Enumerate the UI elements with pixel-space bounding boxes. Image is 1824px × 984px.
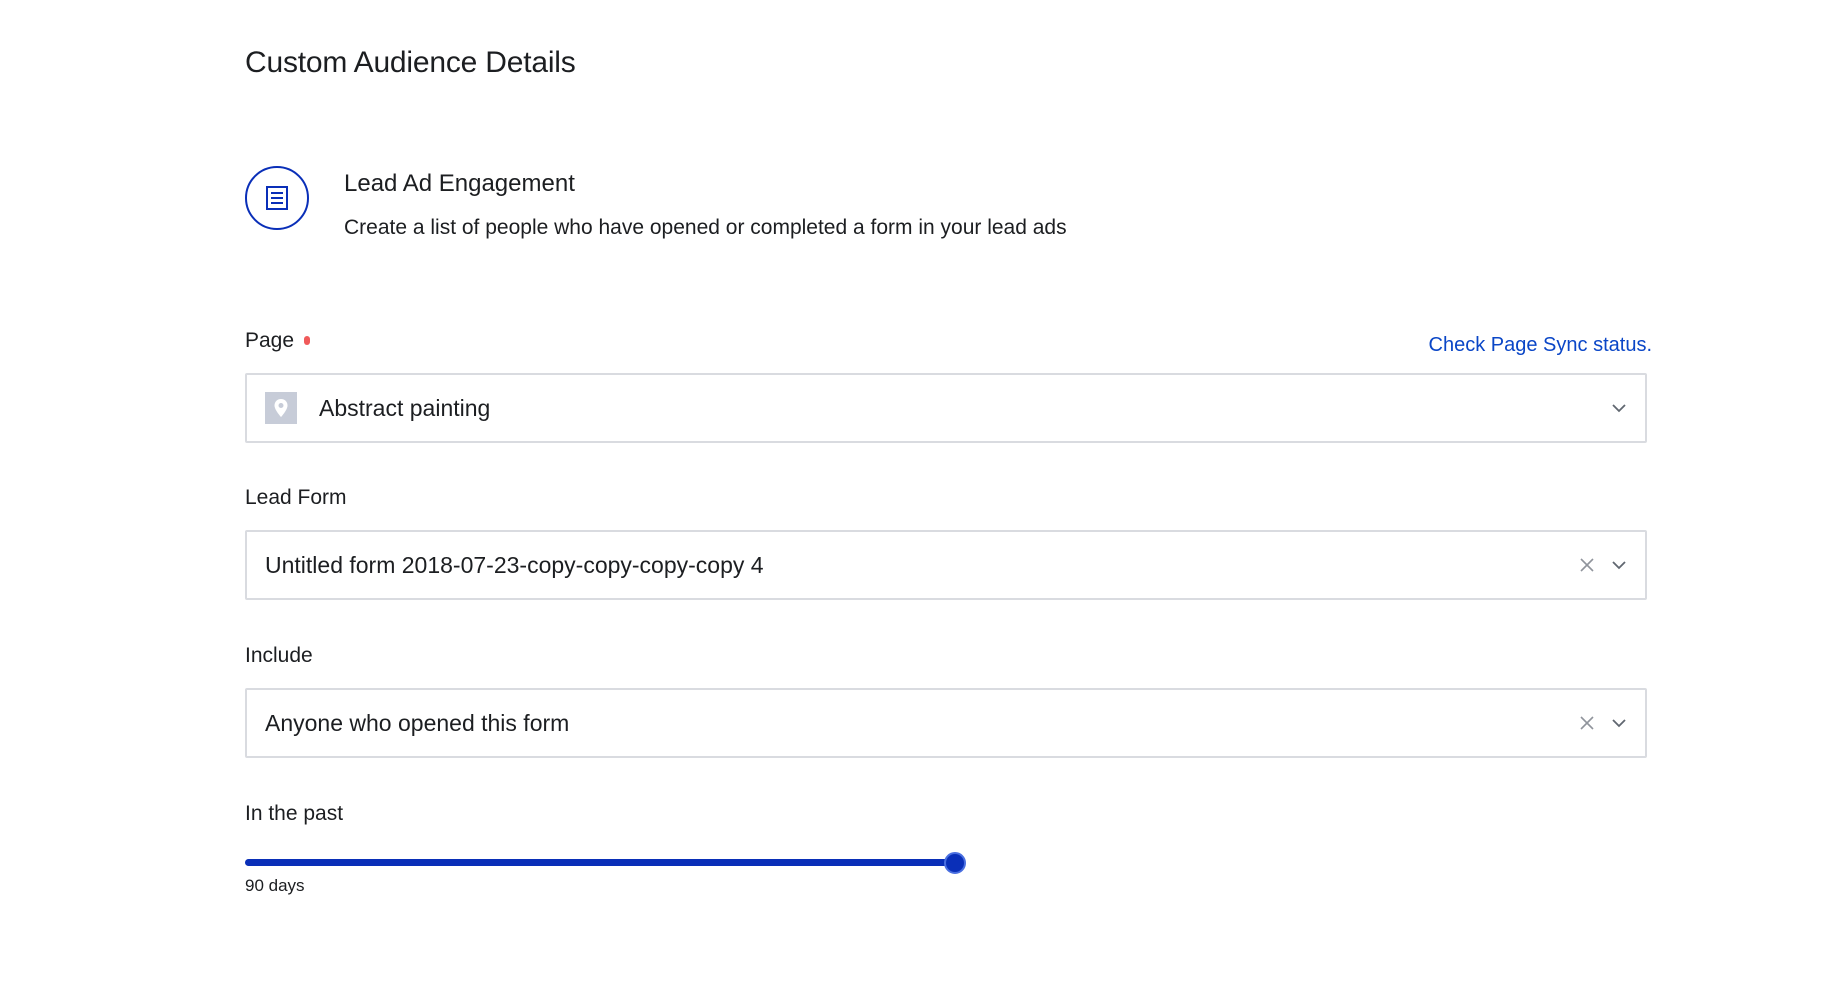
page-title: Custom Audience Details xyxy=(245,46,576,79)
form-list-icon xyxy=(245,166,309,230)
chevron-down-icon[interactable] xyxy=(1609,713,1629,733)
chevron-down-icon[interactable] xyxy=(1609,398,1629,418)
lead-form-select[interactable]: Untitled form 2018-07-23-copy-copy-copy-… xyxy=(245,530,1647,600)
location-pin-icon xyxy=(265,392,297,424)
clear-icon[interactable] xyxy=(1577,713,1597,733)
required-indicator xyxy=(304,335,311,345)
lead-form-select-controls xyxy=(1577,532,1629,598)
retention-label: In the past xyxy=(245,802,344,825)
page-field-label: Page xyxy=(245,329,311,353)
page-label-text: Page xyxy=(245,329,295,352)
page-select[interactable]: Abstract painting xyxy=(245,373,1647,443)
retention-slider[interactable] xyxy=(245,852,966,874)
lead-form-select-value: Untitled form 2018-07-23-copy-copy-copy-… xyxy=(265,551,764,578)
include-select-controls xyxy=(1577,690,1629,756)
page-select-controls xyxy=(1609,375,1629,441)
check-page-sync-link[interactable]: Check Page Sync status. xyxy=(1429,334,1652,357)
audience-type-header: Lead Ad Engagement Create a list of peop… xyxy=(245,166,1645,246)
include-select[interactable]: Anyone who opened this form xyxy=(245,688,1647,758)
retention-value: 90 days xyxy=(245,876,305,895)
slider-fill xyxy=(245,859,955,866)
include-label: Include xyxy=(245,644,313,667)
audience-type-description: Create a list of people who have opened … xyxy=(344,216,1067,239)
slider-handle[interactable] xyxy=(944,852,966,874)
custom-audience-details-page: Custom Audience Details Lead Ad Engageme… xyxy=(0,0,1824,984)
include-select-value: Anyone who opened this form xyxy=(265,709,570,736)
audience-type-title: Lead Ad Engagement xyxy=(344,170,575,197)
chevron-down-icon[interactable] xyxy=(1609,555,1629,575)
clear-icon[interactable] xyxy=(1577,555,1597,575)
lead-form-label: Lead Form xyxy=(245,486,347,509)
page-select-value: Abstract painting xyxy=(319,394,491,421)
